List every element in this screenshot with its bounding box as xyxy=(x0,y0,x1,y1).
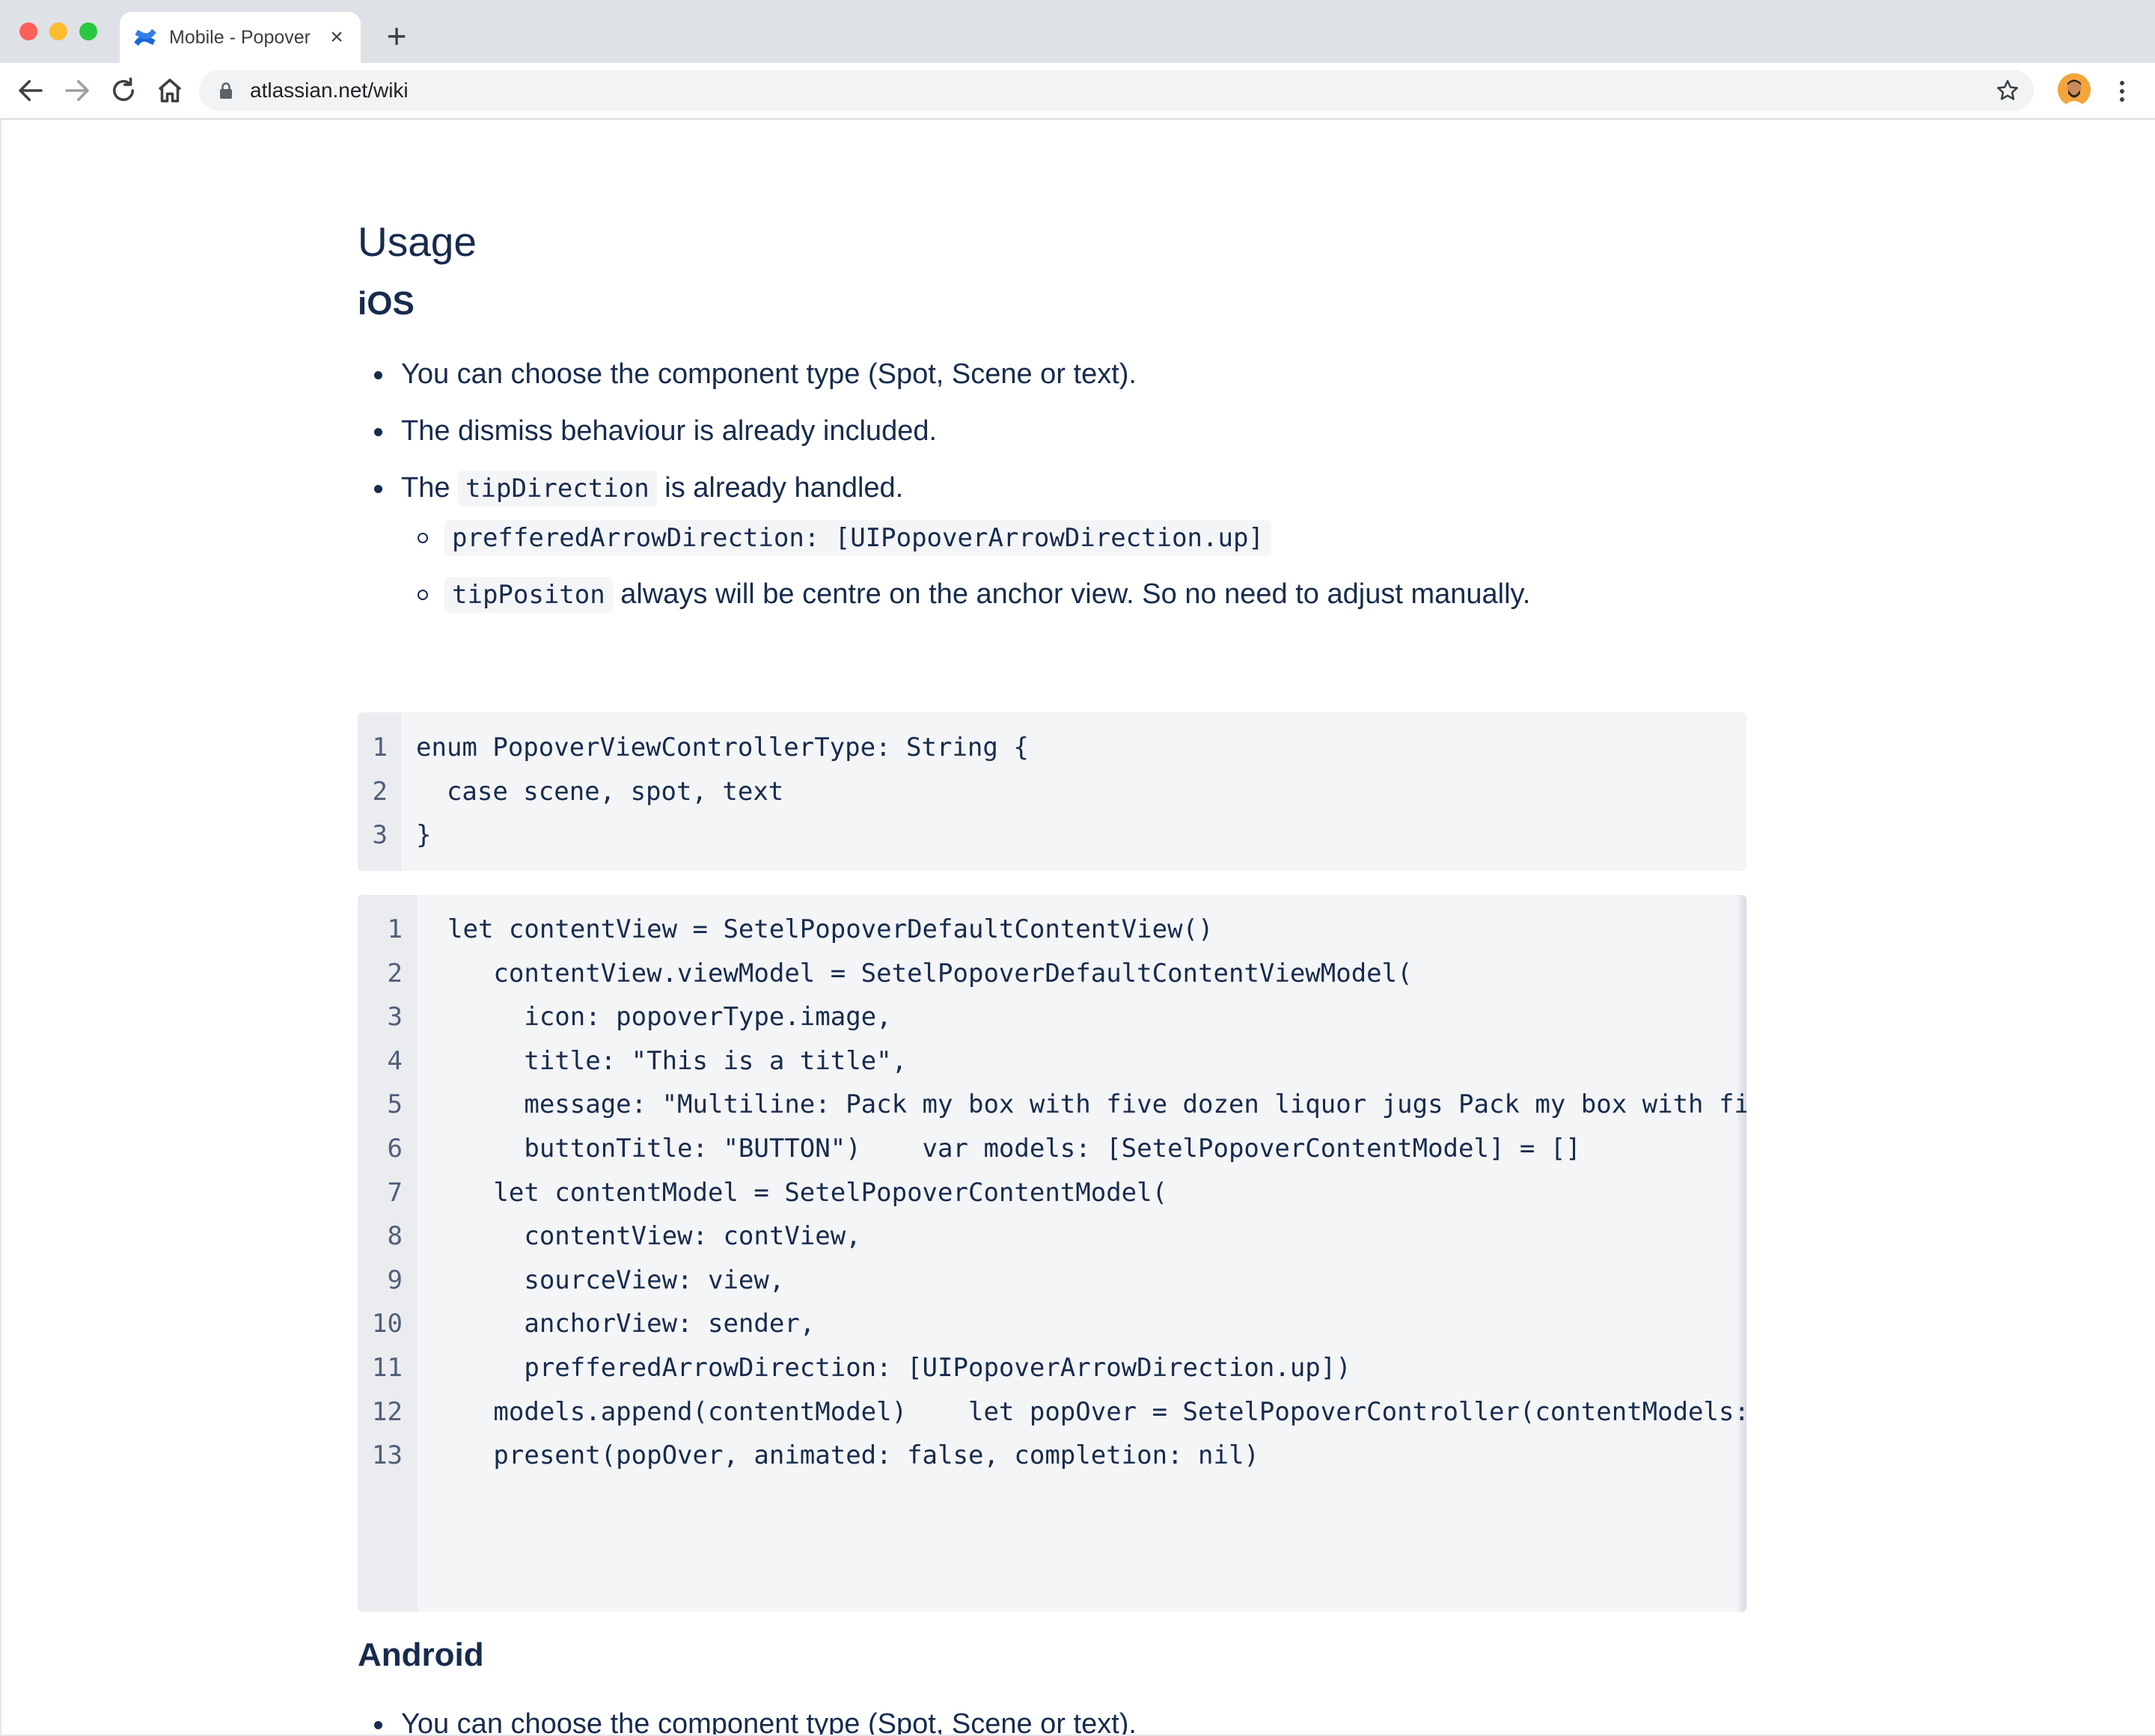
new-tab-button[interactable]: + xyxy=(380,19,413,53)
horizontal-scroll-shadow xyxy=(1736,895,1746,1612)
code-line: enum PopoverViewControllerType: String { xyxy=(416,733,1029,762)
line-number: 2 xyxy=(387,958,403,988)
page-viewport: Usage iOS You can choose the component t… xyxy=(0,120,2155,1736)
bullet-text: You can choose the component type (Spot,… xyxy=(401,358,1137,390)
browser-toolbar: atlassian.net/wiki xyxy=(0,63,2155,120)
line-number: 2 xyxy=(372,776,388,807)
sub-bullet-text: tipPositon always will be centre on the … xyxy=(444,575,1530,614)
android-heading: Android xyxy=(358,1636,484,1673)
sub-bullet-text: prefferedArrowDirection: [UIPopoverArrow… xyxy=(444,518,1271,557)
line-number: 9 xyxy=(387,1265,403,1295)
tab-title: Mobile - Popover xyxy=(169,27,311,48)
browser-tab-strip: Mobile - Popover × + xyxy=(0,0,2155,63)
line-number: 11 xyxy=(372,1353,403,1383)
code-line: message: "Multiline: Pack my box with fi… xyxy=(524,1089,1746,1120)
code-block-usage[interactable]: 1 let contentView = SetelPopoverDefaultCo… xyxy=(358,895,1746,1612)
sub-bullet-circle xyxy=(418,533,428,543)
line-number: 13 xyxy=(372,1440,403,1471)
code-line: contentView.viewModel = SetelPopoverDefa… xyxy=(447,958,1413,988)
bullet-dot xyxy=(374,1721,382,1729)
code-block-enum[interactable]: 1 enum PopoverViewControllerType: String … xyxy=(358,712,1746,871)
reload-icon[interactable] xyxy=(108,75,139,106)
code-line: title: "This is a title", xyxy=(447,1045,908,1076)
inline-code: tipDirection xyxy=(458,471,657,507)
code-line: icon: popoverType.image, xyxy=(447,1002,892,1033)
bullet-dot xyxy=(374,371,382,379)
bookmark-star-icon[interactable] xyxy=(1995,78,2020,103)
ios-heading: iOS xyxy=(358,285,415,322)
code-line: sourceView: view, xyxy=(447,1265,785,1295)
bullet-text: The tipDirection is already handled. xyxy=(401,468,903,508)
address-bar[interactable]: atlassian.net/wiki xyxy=(199,70,2034,111)
sub-bullet-circle xyxy=(418,590,428,600)
confluence-logo-icon xyxy=(134,28,156,46)
window-close-button[interactable] xyxy=(19,22,37,40)
bullet-text: The dismiss behaviour is already include… xyxy=(401,415,938,447)
line-number: 3 xyxy=(387,1002,403,1033)
line-number: 4 xyxy=(387,1045,403,1076)
code-line: present(popOver, animated: false, comple… xyxy=(447,1440,1259,1471)
code-line: prefferedArrowDirection: [UIPopoverArrow… xyxy=(447,1353,1351,1383)
code-line: buttonTitle: "BUTTON") var models: [Sete… xyxy=(447,1134,1581,1164)
bullet-dot xyxy=(374,485,382,493)
line-number: 7 xyxy=(387,1177,403,1208)
usage-heading: Usage xyxy=(358,218,477,265)
bullet-text-prefix: The xyxy=(401,472,450,504)
bullet-dot xyxy=(374,428,382,436)
line-number: 3 xyxy=(372,820,388,851)
code-line: let contentView = SetelPopoverDefaultCon… xyxy=(447,914,1214,944)
active-tab[interactable]: Mobile - Popover × xyxy=(120,12,361,63)
home-icon[interactable] xyxy=(154,75,186,106)
url-text[interactable]: atlassian.net/wiki xyxy=(250,79,409,103)
code-line: contentView: contView, xyxy=(447,1221,861,1252)
profile-avatar[interactable] xyxy=(2058,73,2091,106)
back-arrow-icon[interactable] xyxy=(15,75,46,106)
line-number: 6 xyxy=(387,1134,403,1164)
code-line: } xyxy=(416,820,432,851)
bullet-text-suffix: is already handled. xyxy=(664,472,904,504)
window-minimize-button[interactable] xyxy=(49,22,67,40)
line-number: 5 xyxy=(387,1089,403,1120)
line-number: 1 xyxy=(372,733,388,762)
line-number: 10 xyxy=(372,1309,403,1339)
sub-bullet-suffix: always will be centre on the anchor view… xyxy=(620,578,1531,610)
profile-avatar-image xyxy=(2058,73,2091,106)
code-line: models.append(contentModel) let popOver … xyxy=(447,1396,1746,1427)
line-number: 8 xyxy=(387,1221,403,1252)
line-number: 12 xyxy=(372,1396,403,1427)
tab-close-icon[interactable]: × xyxy=(323,24,350,51)
code-line: let contentModel = SetelPopoverContentMo… xyxy=(447,1177,1168,1208)
window-maximize-button[interactable] xyxy=(79,22,97,40)
bullet-text: You can choose the component type (Spot,… xyxy=(401,1708,1137,1736)
inline-code: tipPositon xyxy=(444,577,613,613)
code-line: case scene, spot, text xyxy=(416,776,784,807)
code-line: anchorView: sender, xyxy=(447,1309,816,1339)
more-menu-icon[interactable] xyxy=(2112,76,2133,106)
line-number: 1 xyxy=(387,914,403,944)
inline-code: prefferedArrowDirection: [UIPopoverArrow… xyxy=(444,520,1271,556)
forward-arrow-icon[interactable] xyxy=(61,75,93,106)
lock-icon[interactable] xyxy=(217,81,235,100)
